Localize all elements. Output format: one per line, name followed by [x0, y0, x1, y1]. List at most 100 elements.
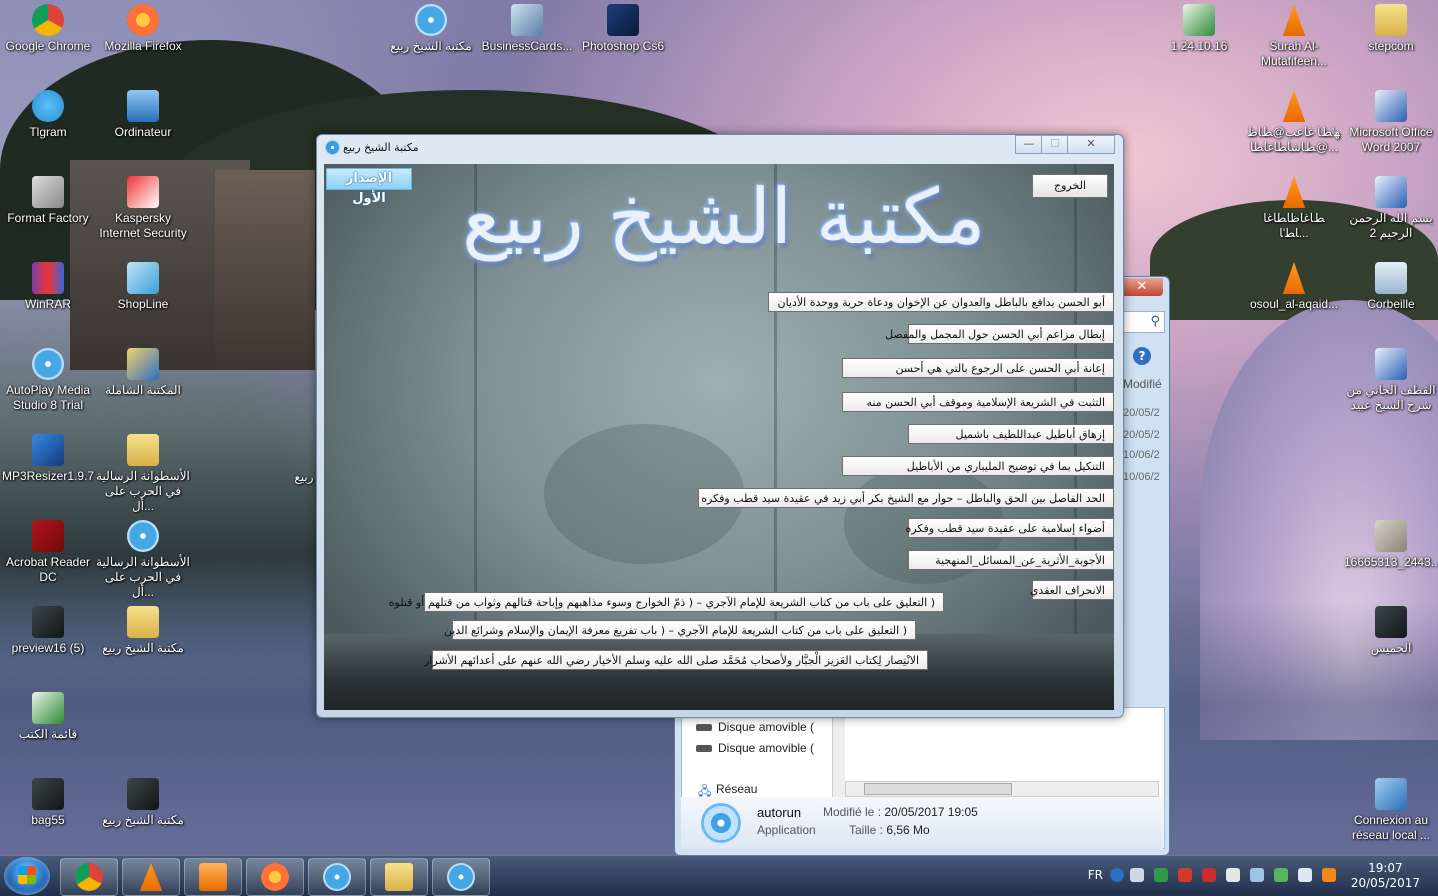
desktop-icon[interactable]: المكتبة الشاملة	[96, 348, 190, 398]
book-button[interactable]: إعانة أبي الحسن على الرجوع بالتي هي أحسن	[842, 358, 1114, 378]
book-button[interactable]: الانحراف العقدي	[1030, 580, 1114, 600]
library-app-window[interactable]: مكتبة الشيخ ربيع — ☐ ✕ مكتبة الشيخ ربيع …	[316, 134, 1124, 718]
taskbar-button[interactable]	[246, 858, 304, 896]
help-icon[interactable]	[1110, 868, 1124, 882]
windows-logo-icon	[18, 866, 36, 884]
desktop-icon[interactable]: MP3Resizer1.9.7	[1, 434, 95, 484]
desktop-icon[interactable]: القطف الجاني من شرح الشيخ عبيد	[1344, 348, 1438, 413]
desktop-icon[interactable]: osoul_al-aqaid...	[1247, 262, 1341, 312]
book-button[interactable]: الحد الفاصل بين الحق والباطل – حوار مع ا…	[698, 488, 1114, 508]
desktop-icon[interactable]: الخميس	[1344, 606, 1438, 656]
display-icon[interactable]	[1250, 868, 1264, 882]
book-button[interactable]: التثبت في الشريعة الإسلامية وموقف أبي ال…	[842, 392, 1114, 412]
disc-icon	[415, 4, 447, 36]
close-button[interactable]: ✕	[1067, 135, 1115, 154]
maximize-button[interactable]: ☐	[1041, 135, 1069, 154]
desktop-icon[interactable]: مكتبة الشيخ ربيع	[96, 606, 190, 656]
tray-arrow-icon[interactable]	[1130, 868, 1144, 882]
desktop-icon[interactable]: ﻬ'ﻂﺎ ﻏﺎﻋﺐ@ﻂﺎﻇ ﻂﺎﺷﺎﻄﺎﻏﺎﻄﺎ@...	[1247, 90, 1341, 155]
vertical-scrollbar[interactable]	[832, 708, 845, 798]
desktop-icon-label: BusinessCards...	[481, 39, 573, 53]
nav-item-drive[interactable]: Disque amovible (	[696, 720, 814, 734]
language-indicator[interactable]: FR	[1088, 868, 1103, 882]
disc-icon	[127, 520, 159, 552]
desktop-icon[interactable]: الأسطوانة الرسالية في الحرب على أل...	[96, 520, 190, 600]
desktop-icon[interactable]: Kaspersky Internet Security	[96, 176, 190, 241]
desktop-icon[interactable]: Surah Al-Mutafifeen...	[1247, 4, 1341, 69]
book-button[interactable]: الانْتِصار لِكتاب العَزيز الْجبَّار ولأص…	[424, 650, 928, 670]
nav-item-drive[interactable]: Disque amovible (	[696, 741, 814, 755]
clock[interactable]: 19:07 20/05/2017	[1351, 861, 1420, 891]
scrollbar-thumb[interactable]	[864, 783, 1012, 795]
desktop-icon[interactable]: BusinessCards...	[480, 4, 574, 54]
sync-icon[interactable]	[1274, 868, 1288, 882]
desktop-icon[interactable]: Format Factory	[1, 176, 95, 226]
nav-item-network[interactable]: 🖧 Réseau	[698, 782, 757, 798]
taskbar-button[interactable]	[122, 858, 180, 896]
desktop-icon-label: الأسطوانة الرسالية في الحرب على أل...	[96, 555, 190, 599]
desktop-icon[interactable]: Microsoft Office Word 2007	[1344, 90, 1438, 155]
taskbar-button[interactable]	[432, 858, 490, 896]
desktop-icon[interactable]: مكتبة الشيخ ربيع	[384, 4, 478, 54]
version-button[interactable]: الإصدار الأول	[326, 168, 412, 206]
image-icon	[32, 778, 64, 810]
book-button[interactable]: إبطال مزاعم أبي الحسن حول المجمل والمفصل	[885, 324, 1114, 344]
desktop-icon-label: ﻂﺎﻏﺎﻇﺎﻄﺎﻏﺎ ﺎﻄ'ﺎ...	[1263, 211, 1325, 240]
taskbar-button[interactable]	[184, 858, 242, 896]
desktop-icon-label: AutoPlay Media Studio 8 Trial	[5, 383, 91, 412]
desktop-icon[interactable]: ﻂﺎﻏﺎﻇﺎﻄﺎﻏﺎ ﺎﻄ'ﺎ...	[1247, 176, 1341, 241]
start-button[interactable]	[4, 857, 50, 895]
app-client-area: مكتبة الشيخ ربيع الإصدار الأول الخروج أب…	[324, 164, 1114, 710]
book-button[interactable]: أضواء إسلامية على عقيدة سيد قطب وفكره	[906, 518, 1114, 538]
taskbar-button[interactable]	[370, 858, 428, 896]
explorer-search-box[interactable]: ⚲	[1123, 311, 1165, 333]
desktop-icon[interactable]: WinRAR	[1, 262, 95, 312]
desktop-icon[interactable]: 1.24.10.16	[1152, 4, 1246, 54]
desktop-icon[interactable]: Ordinateur	[96, 90, 190, 140]
help-icon[interactable]: ?	[1133, 347, 1151, 365]
desktop-icon[interactable]: AutoPlay Media Studio 8 Trial	[1, 348, 95, 413]
desktop-icon[interactable]: Google Chrome	[1, 4, 95, 54]
desktop-icon[interactable]: ShopLine	[96, 262, 190, 312]
volume-icon[interactable]	[1298, 868, 1312, 882]
desktop-icon[interactable]: قائمة الكتب	[1, 692, 95, 742]
desktop-icon[interactable]: Tlgram	[1, 90, 95, 140]
desktop-icon[interactable]: Mozilla Firefox	[96, 4, 190, 54]
desktop-icon[interactable]: stepcom	[1344, 4, 1438, 54]
desktop-icon-label: مكتبة الشيخ ربيع	[102, 641, 184, 655]
exit-button[interactable]: الخروج	[1032, 174, 1108, 198]
taskbar-button[interactable]	[308, 858, 366, 896]
shield-icon[interactable]	[1154, 868, 1168, 882]
book-button[interactable]: التنكيل بما في توضيح المليباري من الأباط…	[842, 456, 1114, 476]
book-button[interactable]: ( التعليق على باب من كتاب الشريعة للإمام…	[389, 592, 944, 612]
book-button[interactable]: إزهاق أباطيل عبداللطيف باشميل	[908, 424, 1114, 444]
desktop-icon[interactable]: Corbeille	[1344, 262, 1438, 312]
speaker-red-icon[interactable]	[1202, 868, 1216, 882]
desktop-icon[interactable]: Connexion au réseau local ...	[1344, 778, 1438, 843]
modified-label: Modifié le :	[823, 805, 882, 819]
book-button[interactable]: ( التعليق على باب من كتاب الشريعة للإمام…	[444, 620, 916, 640]
taskbar: FR 19:07 20/05/2017	[0, 855, 1438, 896]
drive-icon	[696, 724, 712, 731]
desktop-icon[interactable]: Photoshop Cs6	[576, 4, 670, 54]
explorer-close-button[interactable]: ✕	[1121, 278, 1163, 296]
desktop-icon[interactable]: مكتبة الشيخ ربيع	[96, 778, 190, 828]
desktop-icon[interactable]: Acrobat Reader DC	[1, 520, 95, 585]
desktop-icon[interactable]: بسم الله الرحمن الرحيم 2	[1344, 176, 1438, 241]
desktop-icon[interactable]: preview16 (5)	[1, 606, 95, 656]
book-button[interactable]: الأجوبة_الأثرية_عن_المسائل_المنهجية	[908, 550, 1114, 570]
flag-icon[interactable]	[1226, 868, 1240, 882]
desktop-icon[interactable]: bag55	[1, 778, 95, 828]
winrar-icon	[32, 262, 64, 294]
desktop-icon[interactable]: الأسطوانة الرسالية في الحرب على أل...	[96, 434, 190, 514]
taskbar-button[interactable]	[60, 858, 118, 896]
vlc-icon	[139, 863, 163, 891]
column-header-modified[interactable]: Modifié	[1123, 377, 1162, 391]
desktop-icon-label: Kaspersky Internet Security	[99, 211, 187, 240]
minimize-button[interactable]: —	[1015, 135, 1043, 154]
desktop-icon[interactable]: 16665313_2443...	[1344, 520, 1438, 570]
vlc-tray-icon[interactable]	[1322, 868, 1336, 882]
horizontal-scrollbar[interactable]	[845, 781, 1159, 797]
book-button[interactable]: أبو الحسن يدافع بالباطل والعدوان عن الإخ…	[768, 292, 1114, 312]
network-error-icon[interactable]	[1178, 868, 1192, 882]
